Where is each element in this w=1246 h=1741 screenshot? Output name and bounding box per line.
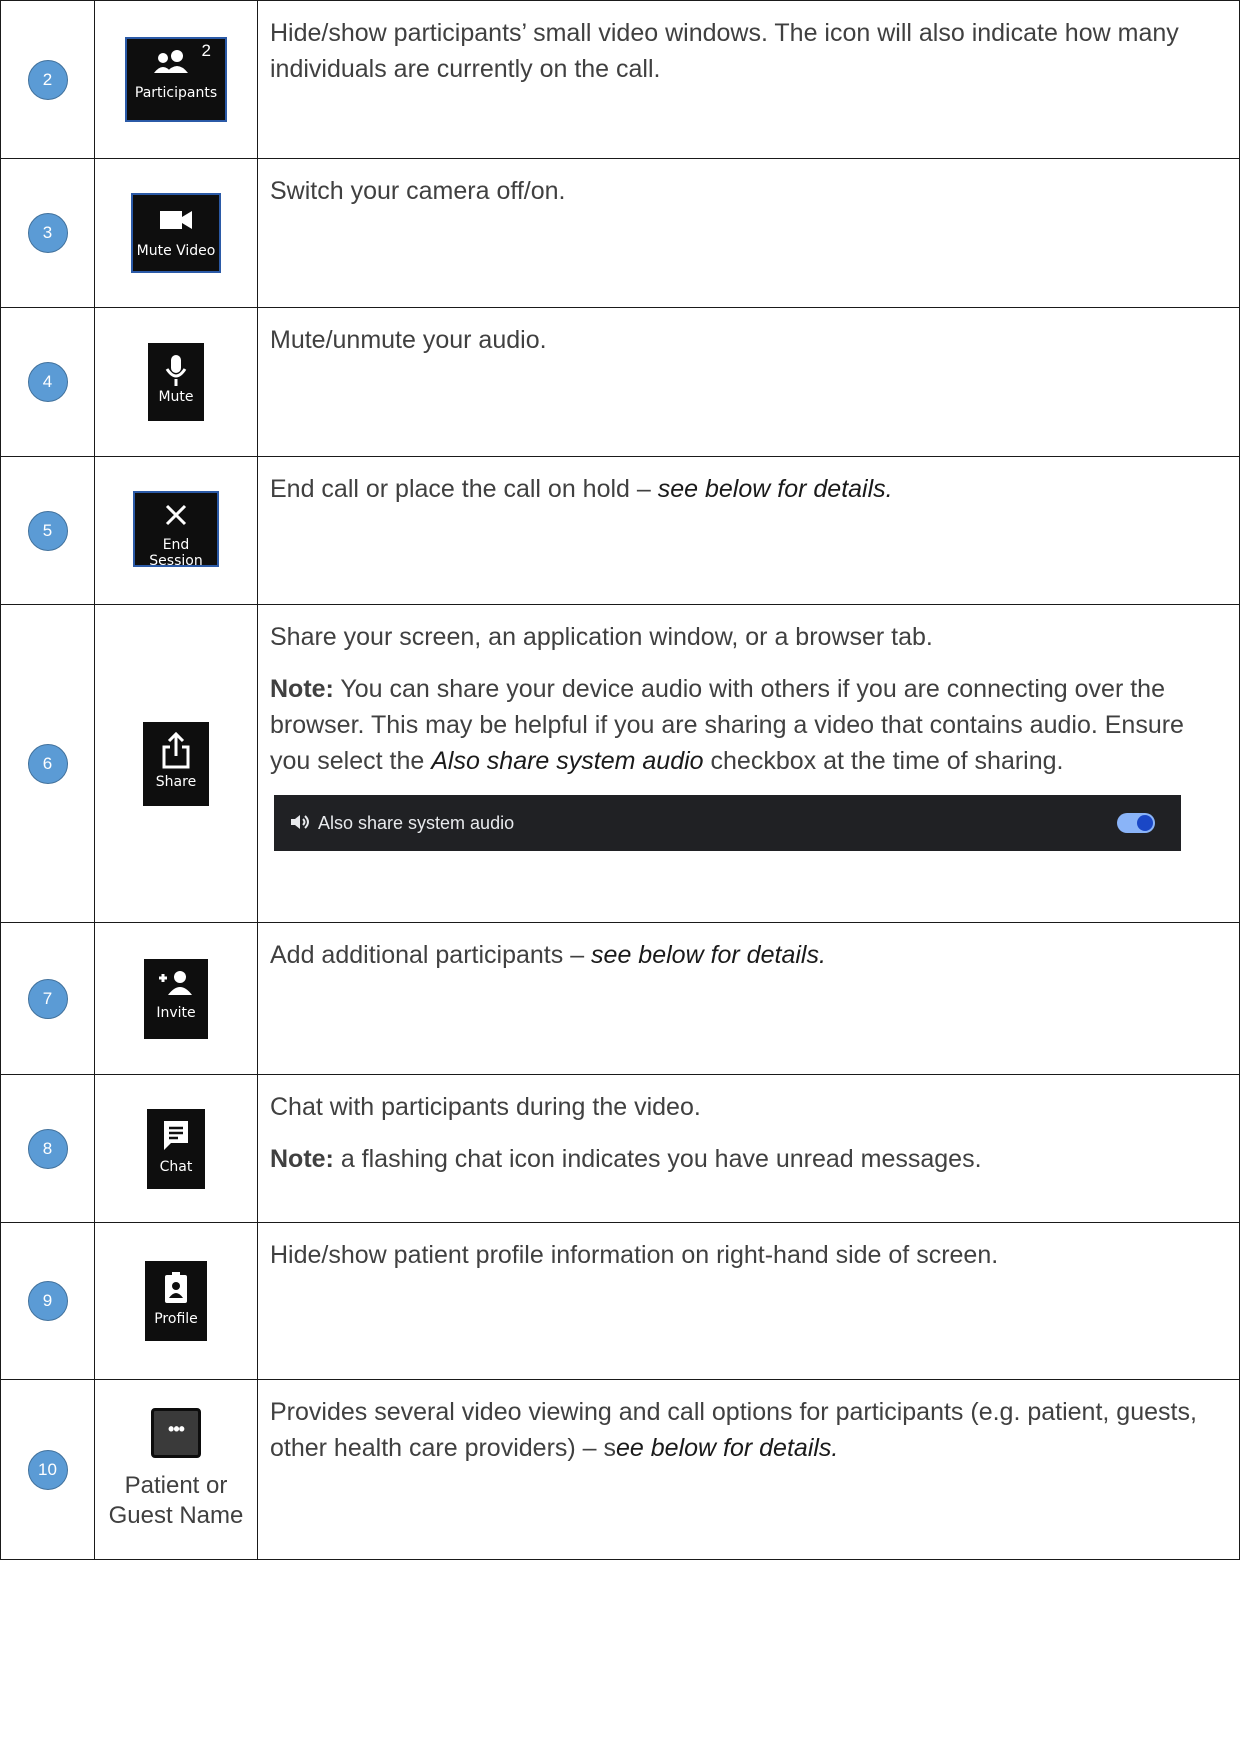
- number-badge: 3: [27, 213, 68, 253]
- number-badge: 2: [27, 59, 68, 100]
- description: Switch your camera off/on.: [270, 177, 566, 205]
- description: Add additional participants – see below …: [270, 941, 826, 969]
- button-label: Share: [155, 773, 197, 790]
- share-system-audio-bar: Also share system audio: [274, 795, 1181, 851]
- table-row: 6 Share Share your screen, an applicatio…: [0, 604, 1240, 923]
- chat-icon: [149, 1117, 203, 1159]
- more-options-button[interactable]: •••: [151, 1408, 201, 1458]
- button-label: Mute: [158, 389, 194, 405]
- table-row: 2 2 Participants Hide/show participants’…: [0, 0, 1240, 159]
- share-icon: [145, 730, 207, 774]
- button-label: End Session: [149, 537, 203, 569]
- see-below-link: ee below for details.: [616, 1434, 839, 1462]
- number-badge: 6: [27, 743, 68, 784]
- participant-name-label: Patient or Guest Name: [108, 1472, 244, 1529]
- add-person-icon: [146, 967, 206, 1005]
- number-badge: 7: [27, 978, 68, 1019]
- table-row: 9 Profile Hide/show patient profile info…: [0, 1222, 1240, 1380]
- button-label: Chat: [159, 1158, 193, 1175]
- participants-button[interactable]: 2 Participants: [125, 37, 227, 122]
- note: Note: a flashing chat icon indicates you…: [270, 1145, 982, 1173]
- description: Chat with participants during the video.: [270, 1093, 701, 1121]
- button-label: Profile: [154, 1311, 198, 1327]
- table-row: 7 Invite Add additional participants – s…: [0, 922, 1240, 1075]
- end-session-button[interactable]: End Session: [133, 491, 219, 569]
- participant-count-badge: 2: [201, 41, 211, 60]
- number-badge: 4: [27, 362, 68, 402]
- note: Note: You can share your device audio wi…: [270, 675, 1184, 775]
- mute-button[interactable]: Mute: [148, 343, 204, 421]
- share-audio-label: Also share system audio: [318, 813, 515, 833]
- button-label: Invite: [156, 1004, 196, 1021]
- number-badge: 10: [27, 1449, 68, 1490]
- table-row: 3 Mute Video Switch your camera off/on.: [0, 158, 1240, 308]
- table-row: 4 Mute Mute/unmute your audio.: [0, 307, 1240, 457]
- description: End call or place the call on hold – see…: [270, 475, 893, 503]
- toggle-knob: [1137, 815, 1153, 831]
- number-badge: 8: [27, 1128, 68, 1169]
- table-row: 5 End Session End call or place the call…: [0, 456, 1240, 605]
- number-badge: 9: [27, 1281, 68, 1321]
- see-below-link: see below for details.: [591, 941, 826, 969]
- invite-button[interactable]: Invite: [144, 958, 208, 1039]
- table-row: 10 ••• Patient or Guest Name Provides se…: [0, 1379, 1240, 1560]
- video-camera-icon: [133, 205, 219, 243]
- button-label: Participants: [134, 85, 218, 101]
- profile-badge-icon: [147, 1269, 205, 1311]
- button-label: Mute Video: [136, 243, 216, 259]
- controls-table: 2 2 Participants Hide/show participants’…: [0, 0, 1240, 1560]
- description: Provides several video viewing and call …: [270, 1398, 1197, 1462]
- table-row: 8 Chat Chat with participants during the…: [0, 1074, 1240, 1223]
- share-button[interactable]: Share: [143, 721, 209, 806]
- chat-button[interactable]: Chat: [147, 1108, 205, 1189]
- see-below-link: see below for details.: [657, 475, 893, 503]
- description: Hide/show participants’ small video wind…: [270, 19, 1179, 83]
- more-options-icon: •••: [168, 1419, 185, 1439]
- description: Mute/unmute your audio.: [270, 326, 547, 354]
- mute-video-button[interactable]: Mute Video: [131, 193, 221, 273]
- number-badge: 5: [27, 510, 68, 551]
- close-icon: [135, 499, 217, 537]
- share-audio-toggle[interactable]: [1117, 813, 1155, 833]
- speaker-icon: [291, 815, 309, 829]
- microphone-icon: [150, 351, 202, 389]
- description: Hide/show patient profile information on…: [270, 1241, 999, 1269]
- description: Share your screen, an application window…: [270, 623, 933, 651]
- profile-button[interactable]: Profile: [145, 1261, 207, 1341]
- participants-icon: 2: [127, 41, 225, 85]
